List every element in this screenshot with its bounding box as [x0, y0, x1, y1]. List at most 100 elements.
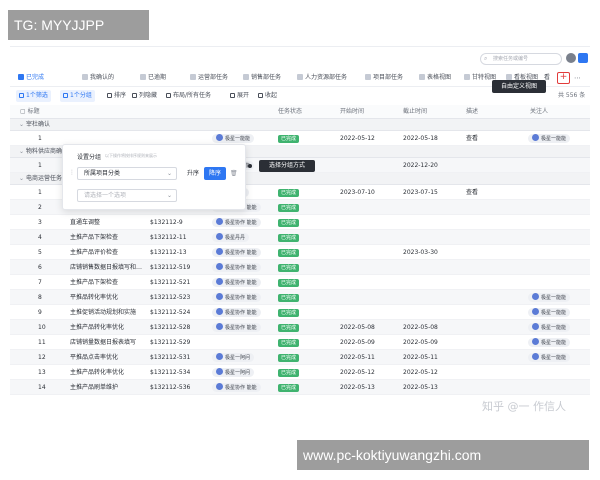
task-title: 主推促销活动规划和实施 — [70, 309, 137, 316]
table-row[interactable]: 11 店铺销量数据日报表填写 $132112-529 已完成 2022-05-09 202… — [10, 335, 590, 350]
person-chip[interactable]: 极星协作 能能 — [212, 323, 261, 332]
collapse-button[interactable]: 收起 — [258, 90, 277, 102]
person-chip[interactable]: 极星协作 能能 — [212, 263, 261, 272]
task-code: $132112-9 — [150, 219, 183, 226]
chevron-down-icon: ⌄ — [166, 192, 172, 199]
task-title: 主推产品转化率优化 — [70, 369, 125, 376]
task-title: 平推品点击率优化 — [70, 354, 119, 361]
message-icon[interactable] — [578, 53, 588, 63]
tab-confirmed-by-me[interactable]: 我确认的 — [82, 72, 114, 84]
person-chip[interactable]: 极星协作 能能 — [212, 248, 261, 257]
person-chip[interactable]: 极星一能能 — [528, 293, 571, 302]
end-date: 2022-12-20 — [403, 162, 438, 169]
sort-desc-button[interactable]: 降序 — [204, 167, 226, 180]
status-badge: 已完成 — [278, 293, 300, 302]
search-placeholder: 搜索任务或编号 — [493, 56, 529, 62]
person-chip[interactable]: 极星协作 能能 — [212, 218, 261, 227]
group-button[interactable]: 1个分组 — [60, 90, 95, 102]
expand-label: 展开 — [237, 92, 250, 99]
task-code: $132112-11 — [150, 234, 187, 241]
status-badge: 已完成 — [278, 338, 300, 347]
table-icon — [190, 74, 196, 80]
search-input[interactable]: ⌕ 搜索任务或编号 — [480, 53, 562, 65]
add-view-button[interactable]: + — [557, 72, 570, 84]
table-row[interactable]: 12 平推品点击率优化 $132112-531 极星一阿问 已完成 2022-05-11 2… — [10, 350, 590, 365]
person-name: 极星一能能 — [541, 310, 567, 316]
row-number: 12 — [38, 354, 46, 361]
table-row[interactable]: 14 主推产品刷单维护 $132112-536 极星协作 能能 已完成 2022-05-1… — [10, 380, 590, 395]
hide-columns-button[interactable]: 列隐藏 — [132, 90, 157, 102]
person-chip[interactable]: 极星一能能 — [528, 353, 571, 362]
collapse-chevron-icon[interactable]: ⌄ — [19, 146, 24, 158]
task-desc: 查看 — [466, 135, 479, 142]
person-name: 极星协作 能能 — [225, 295, 257, 301]
person-chip[interactable]: 极星一能能 — [212, 134, 255, 143]
person-chip[interactable]: 极星一能能 — [528, 134, 571, 143]
tab-overdue[interactable]: 已逾期 — [140, 72, 166, 84]
person-chip[interactable]: 极星一能能 — [528, 323, 571, 332]
person-chip[interactable]: 极星协作 能能 — [212, 278, 261, 287]
tab-sales[interactable]: 销售部任务 — [243, 72, 281, 84]
end-date: 2022-05-18 — [403, 135, 438, 142]
person-chip[interactable]: 极星一能能 — [528, 338, 571, 347]
tab-label: 项目部任务 — [373, 74, 404, 81]
more-icon[interactable]: ⋯ — [574, 72, 581, 84]
layout-button[interactable]: 布局/所有任务 — [166, 90, 211, 102]
person-chip[interactable]: 极星协作 能能 — [212, 383, 261, 392]
col-header-status[interactable]: 任务状态 — [278, 105, 302, 119]
add-group-select[interactable]: 请选择一个选项 ⌄ — [77, 189, 177, 202]
person-chip[interactable]: 极星一阿问 — [212, 368, 255, 377]
sort-asc-button[interactable]: 升序 — [183, 167, 203, 180]
collapse-chevron-icon[interactable]: ⌄ — [19, 119, 24, 131]
table-row[interactable]: 3 直通车调整 $132112-9 极星协作 能能 已完成 — [10, 215, 590, 230]
collapse-chevron-icon[interactable]: ⌄ — [19, 173, 24, 185]
table-row[interactable]: 7 主推产品下架检查 $132112-521 极星协作 能能 已完成 — [10, 275, 590, 290]
col-header-end[interactable]: 截止时间 — [403, 105, 427, 119]
avatar — [532, 308, 539, 315]
task-code: $132112-521 — [150, 279, 191, 286]
task-title: 主推产品刷单维护 — [70, 384, 119, 391]
col-header-follower[interactable]: 关注人 — [530, 105, 548, 119]
task-follower: 极星一能能 — [528, 305, 571, 320]
tab-hr[interactable]: 人力资源部任务 — [297, 72, 347, 84]
person-chip[interactable]: 极星一阿问 — [212, 353, 255, 362]
person-chip[interactable]: 极星丹丹 — [212, 233, 250, 242]
table-row[interactable]: 13 主推产品转化率优化 $132112-534 极星一阿问 已完成 2022-05-12… — [10, 365, 590, 380]
help-icon[interactable] — [566, 53, 576, 63]
table-row[interactable]: 10 主推产品转化率优化 $132112-528 极星协作 能能 已完成 2022-05-… — [10, 320, 590, 335]
col-header-title[interactable]: ▢ 标题 — [20, 105, 40, 119]
sort-button[interactable]: 排序 — [107, 90, 126, 102]
tab-operations[interactable]: 运营部任务 — [190, 72, 228, 84]
task-code: $132112-536 — [150, 384, 191, 391]
task-status: 已完成 — [278, 290, 300, 305]
table-icon — [365, 74, 371, 80]
task-status: 已完成 — [278, 215, 300, 230]
group-tooltip: 选择分组方式 — [259, 160, 315, 172]
avatar — [216, 323, 223, 330]
expand-button[interactable]: 展开 — [230, 90, 249, 102]
plus-icon: + — [559, 72, 568, 82]
group-field-select[interactable]: 所属项目分类 ⌄ — [77, 167, 177, 180]
group-settings-popup: 设置分组 以下操作将按排序规则来展示 ⋮⋮ 所属项目分类 ⌄ 升序 降序 🗑 请选… — [62, 144, 246, 210]
person-chip[interactable]: 极星一能能 — [528, 308, 571, 317]
avatar — [216, 308, 223, 315]
person-chip[interactable]: 极星协作 能能 — [212, 308, 261, 317]
avatar — [216, 293, 223, 300]
task-owner: 极星协作 能能 — [212, 260, 261, 275]
table-row[interactable]: 4 主推产品下架检查 $132112-11 极星丹丹 已完成 — [10, 230, 590, 245]
table-row[interactable]: 5 主推产品评价检查 $132112-13 极星协作 能能 已完成 2023-03-30 — [10, 245, 590, 260]
person-chip[interactable]: 极星协作 能能 — [212, 293, 261, 302]
filter-label: 1个筛选 — [26, 92, 48, 99]
table-row[interactable]: 6 店铺销售数据日报填写和… $132112-519 极星协作 能能 已完成 — [10, 260, 590, 275]
tab-projects[interactable]: 项目部任务 — [365, 72, 403, 84]
table-row[interactable]: 9 主推促销活动规划和实施 $132112-524 极星协作 能能 已完成 极星一能能 — [10, 305, 590, 320]
hide-columns-label: 列隐藏 — [139, 92, 158, 99]
tab-completed[interactable]: 已完成 — [18, 72, 44, 84]
col-header-desc[interactable]: 描述 — [466, 105, 478, 119]
table-row[interactable]: 8 平推品转化率优化 $132112-523 极星协作 能能 已完成 极星一能能 — [10, 290, 590, 305]
tab-table-view[interactable]: 表格视图 — [419, 72, 451, 84]
group-header-row[interactable]: ⌄ 宰杜确认 — [10, 119, 590, 131]
col-header-start[interactable]: 开始时间 — [340, 105, 364, 119]
delete-group-icon[interactable]: 🗑 — [230, 167, 238, 180]
filter-button[interactable]: 1个筛选 — [16, 90, 51, 102]
